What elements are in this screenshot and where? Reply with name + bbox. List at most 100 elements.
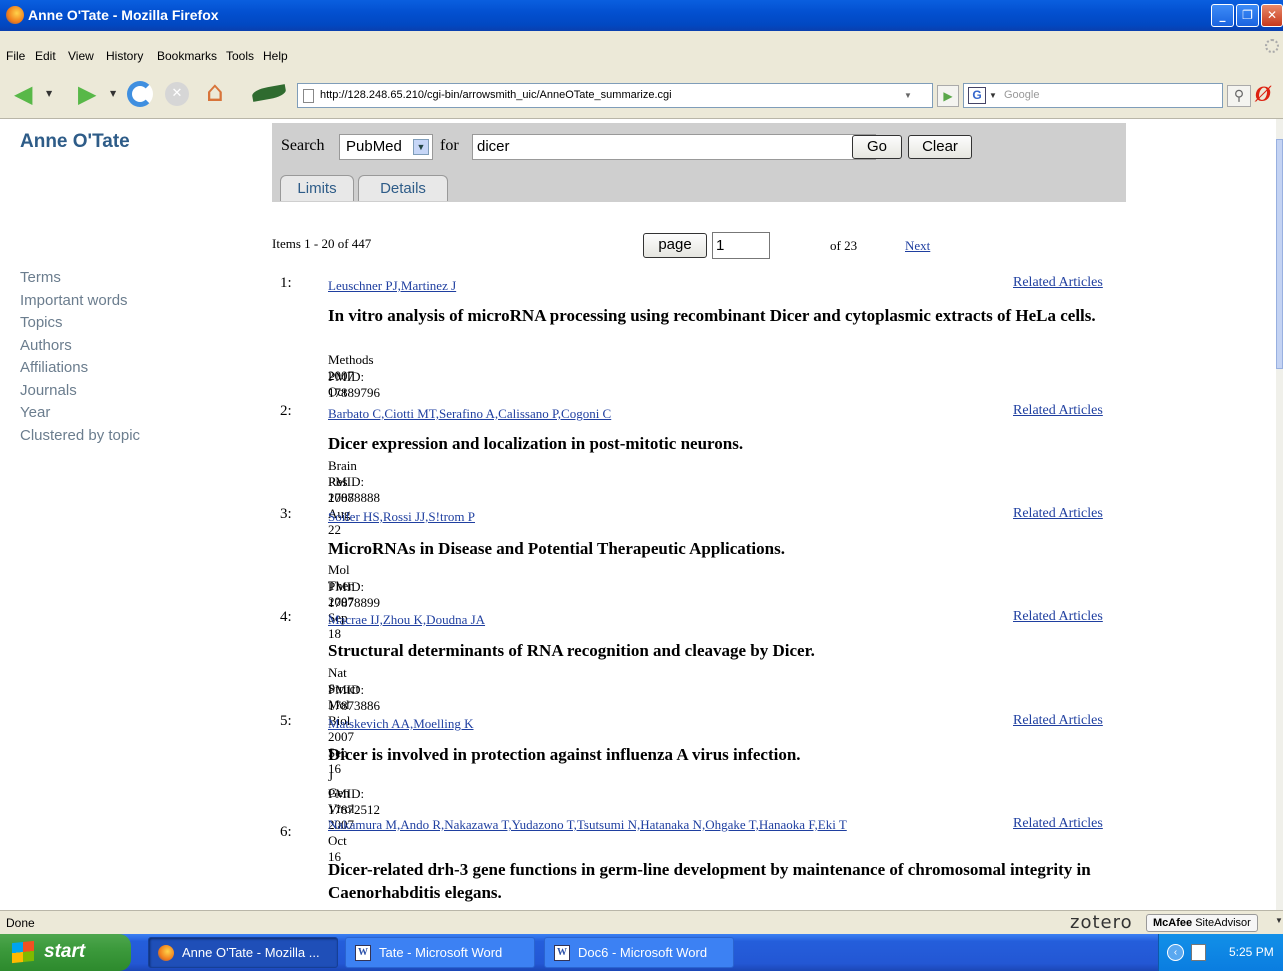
firefox-icon (6, 6, 24, 24)
status-text: Done (6, 916, 35, 930)
sidebar-item-important-words[interactable]: Important words (20, 290, 140, 313)
magnifier-icon[interactable]: ⚲ (1227, 85, 1251, 107)
sidebar-item-terms[interactable]: Terms (20, 267, 140, 290)
database-select[interactable]: PubMed ▼ (339, 134, 433, 160)
sidebar-item-affiliations[interactable]: Affiliations (20, 357, 140, 380)
result-title: Dicer is involved in protection against … (328, 745, 801, 764)
sidebar-item-topics[interactable]: Topics (20, 312, 140, 335)
related-articles-link[interactable]: Related Articles (1013, 816, 1103, 832)
task-word-tate[interactable]: W Tate - Microsoft Word (345, 937, 535, 968)
task-label: Doc6 - Microsoft Word (578, 945, 708, 960)
result-title: Dicer-related drh-3 gene functions in ge… (328, 860, 1091, 902)
sidebar-item-clustered-by-topic[interactable]: Clustered by topic (20, 425, 140, 448)
related-articles-link[interactable]: Related Articles (1013, 506, 1103, 522)
result-number: 3: (280, 506, 292, 522)
addon-icon[interactable]: Ø (1255, 81, 1271, 107)
google-engine-dropdown-icon[interactable]: ▼ (989, 84, 997, 107)
scrollbar-thumb[interactable] (1276, 139, 1283, 369)
task-label: Tate - Microsoft Word (379, 945, 503, 960)
mcafee-siteadvisor-button[interactable]: McAfee SiteAdvisor (1146, 914, 1258, 932)
items-count: Items 1 - 20 of 447 (272, 236, 372, 251)
related-articles-link[interactable]: Related Articles (1013, 609, 1103, 625)
result-title: Dicer expression and localization in pos… (328, 434, 744, 453)
tab-limits[interactable]: Limits (280, 175, 354, 201)
related-articles-link[interactable]: Related Articles (1013, 275, 1103, 291)
related-articles-link[interactable]: Related Articles (1013, 713, 1103, 729)
search-label: Search (281, 137, 325, 154)
forward-dropdown-icon[interactable]: ▼ (110, 89, 116, 98)
result-title: Structural determinants of RNA recogniti… (328, 641, 815, 660)
result-title: In vitro analysis of microRNA processing… (328, 306, 1096, 325)
clear-button[interactable]: Clear (908, 135, 972, 159)
result-authors-link[interactable]: Barbato C,Ciotti MT,Serafino A,Calissano… (328, 405, 888, 422)
vertical-scrollbar[interactable] (1276, 119, 1283, 910)
tray-expand-icon[interactable]: ‹ (1167, 944, 1184, 961)
menu-bar: File Edit View History Bookmarks Tools H… (0, 31, 1283, 71)
zotero-button[interactable]: zotero (1070, 912, 1133, 933)
back-dropdown-icon[interactable]: ▼ (46, 89, 52, 98)
google-icon[interactable]: G (968, 87, 986, 104)
stop-icon[interactable]: ✕ (165, 82, 189, 106)
menu-file[interactable]: File (6, 49, 25, 63)
go-button[interactable]: Go (852, 135, 902, 159)
start-button[interactable]: start (0, 934, 131, 971)
result-pmid: PMID: 17878899 (328, 579, 380, 610)
mcafee-dropdown-icon[interactable]: ▼ (1275, 916, 1283, 925)
tab-details[interactable]: Details (358, 175, 448, 201)
result-authors-link[interactable]: Soifer HS,Rossi JJ,S!trom P (328, 508, 888, 525)
chevron-down-icon[interactable]: ▼ (413, 139, 429, 155)
result-pmid: PMID: 17872512 (328, 786, 380, 817)
minimize-button[interactable]: _ (1211, 4, 1234, 27)
forward-icon[interactable]: ▶ (78, 82, 96, 106)
sidebar-item-journals[interactable]: Journals (20, 380, 140, 403)
system-tray: ‹ 5:25 PM (1158, 934, 1283, 971)
result-authors-link[interactable]: Matskevich AA,Moelling K (328, 715, 888, 732)
window-titlebar: Anne O'Tate - Mozilla Firefox _ ❐ ✕ (0, 0, 1283, 31)
reload-icon[interactable] (127, 81, 153, 107)
for-label: for (440, 137, 459, 154)
maximize-button[interactable]: ❐ (1236, 4, 1259, 27)
menu-bookmarks[interactable]: Bookmarks (157, 49, 217, 63)
menu-help[interactable]: Help (263, 49, 288, 63)
page-content: Anne O'Tate Terms Important words Topics… (0, 119, 1276, 910)
result-authors-link[interactable]: Nakamura M,Ando R,Nakazawa T,Yudazono T,… (328, 816, 873, 833)
result-authors-link[interactable]: Leuschner PJ,Martinez J (328, 277, 888, 294)
result-pmid: PMID: 17889796 (328, 369, 380, 400)
database-value: PubMed (346, 138, 402, 155)
windows-taskbar: start Anne O'Tate - Mozilla ... W Tate -… (0, 934, 1283, 971)
sidebar-item-authors[interactable]: Authors (20, 335, 140, 358)
result-pmid: PMID: 17873886 (328, 682, 380, 713)
google-search-field[interactable]: G ▼ Google (963, 83, 1223, 108)
result-number: 1: (280, 275, 292, 291)
home-icon[interactable]: ⌂ (206, 77, 224, 107)
sidebar-item-year[interactable]: Year (20, 402, 140, 425)
mcafee-product: SiteAdvisor (1195, 917, 1251, 929)
go-arrow-icon[interactable]: ▶ (937, 85, 959, 107)
task-firefox[interactable]: Anne O'Tate - Mozilla ... (148, 937, 338, 968)
back-icon[interactable]: ◀ (14, 82, 32, 106)
close-button[interactable]: ✕ (1261, 4, 1283, 27)
menu-history[interactable]: History (106, 49, 143, 63)
site-logo[interactable]: Anne O'Tate (20, 131, 130, 153)
firefox-icon (158, 945, 174, 961)
menu-tools[interactable]: Tools (226, 49, 254, 63)
task-label: Anne O'Tate - Mozilla ... (182, 945, 320, 960)
result-authors-link[interactable]: Macrae IJ,Zhou K,Doudna JA (328, 611, 888, 628)
address-url: http://128.248.65.210/cgi-bin/arrowsmith… (320, 89, 672, 101)
next-link[interactable]: Next (905, 238, 930, 254)
related-articles-link[interactable]: Related Articles (1013, 403, 1103, 419)
leaf-icon[interactable] (251, 84, 287, 102)
page-button[interactable]: page (643, 233, 707, 258)
menu-view[interactable]: View (68, 49, 94, 63)
search-input[interactable]: dicer (472, 134, 876, 160)
word-icon: W (554, 945, 570, 961)
address-bar[interactable]: http://128.248.65.210/cgi-bin/arrowsmith… (297, 83, 933, 108)
url-dropdown-icon[interactable]: ▼ (904, 84, 912, 107)
status-bar: Done zotero McAfee SiteAdvisor ▼ (0, 910, 1283, 934)
result-pmid: PMID: 17888888 (328, 474, 380, 505)
result-number: 6: (280, 824, 292, 840)
page-number-input[interactable]: 1 (712, 232, 770, 259)
menu-edit[interactable]: Edit (35, 49, 56, 63)
task-word-doc6[interactable]: W Doc6 - Microsoft Word (544, 937, 734, 968)
tray-app-icon[interactable] (1191, 944, 1206, 961)
